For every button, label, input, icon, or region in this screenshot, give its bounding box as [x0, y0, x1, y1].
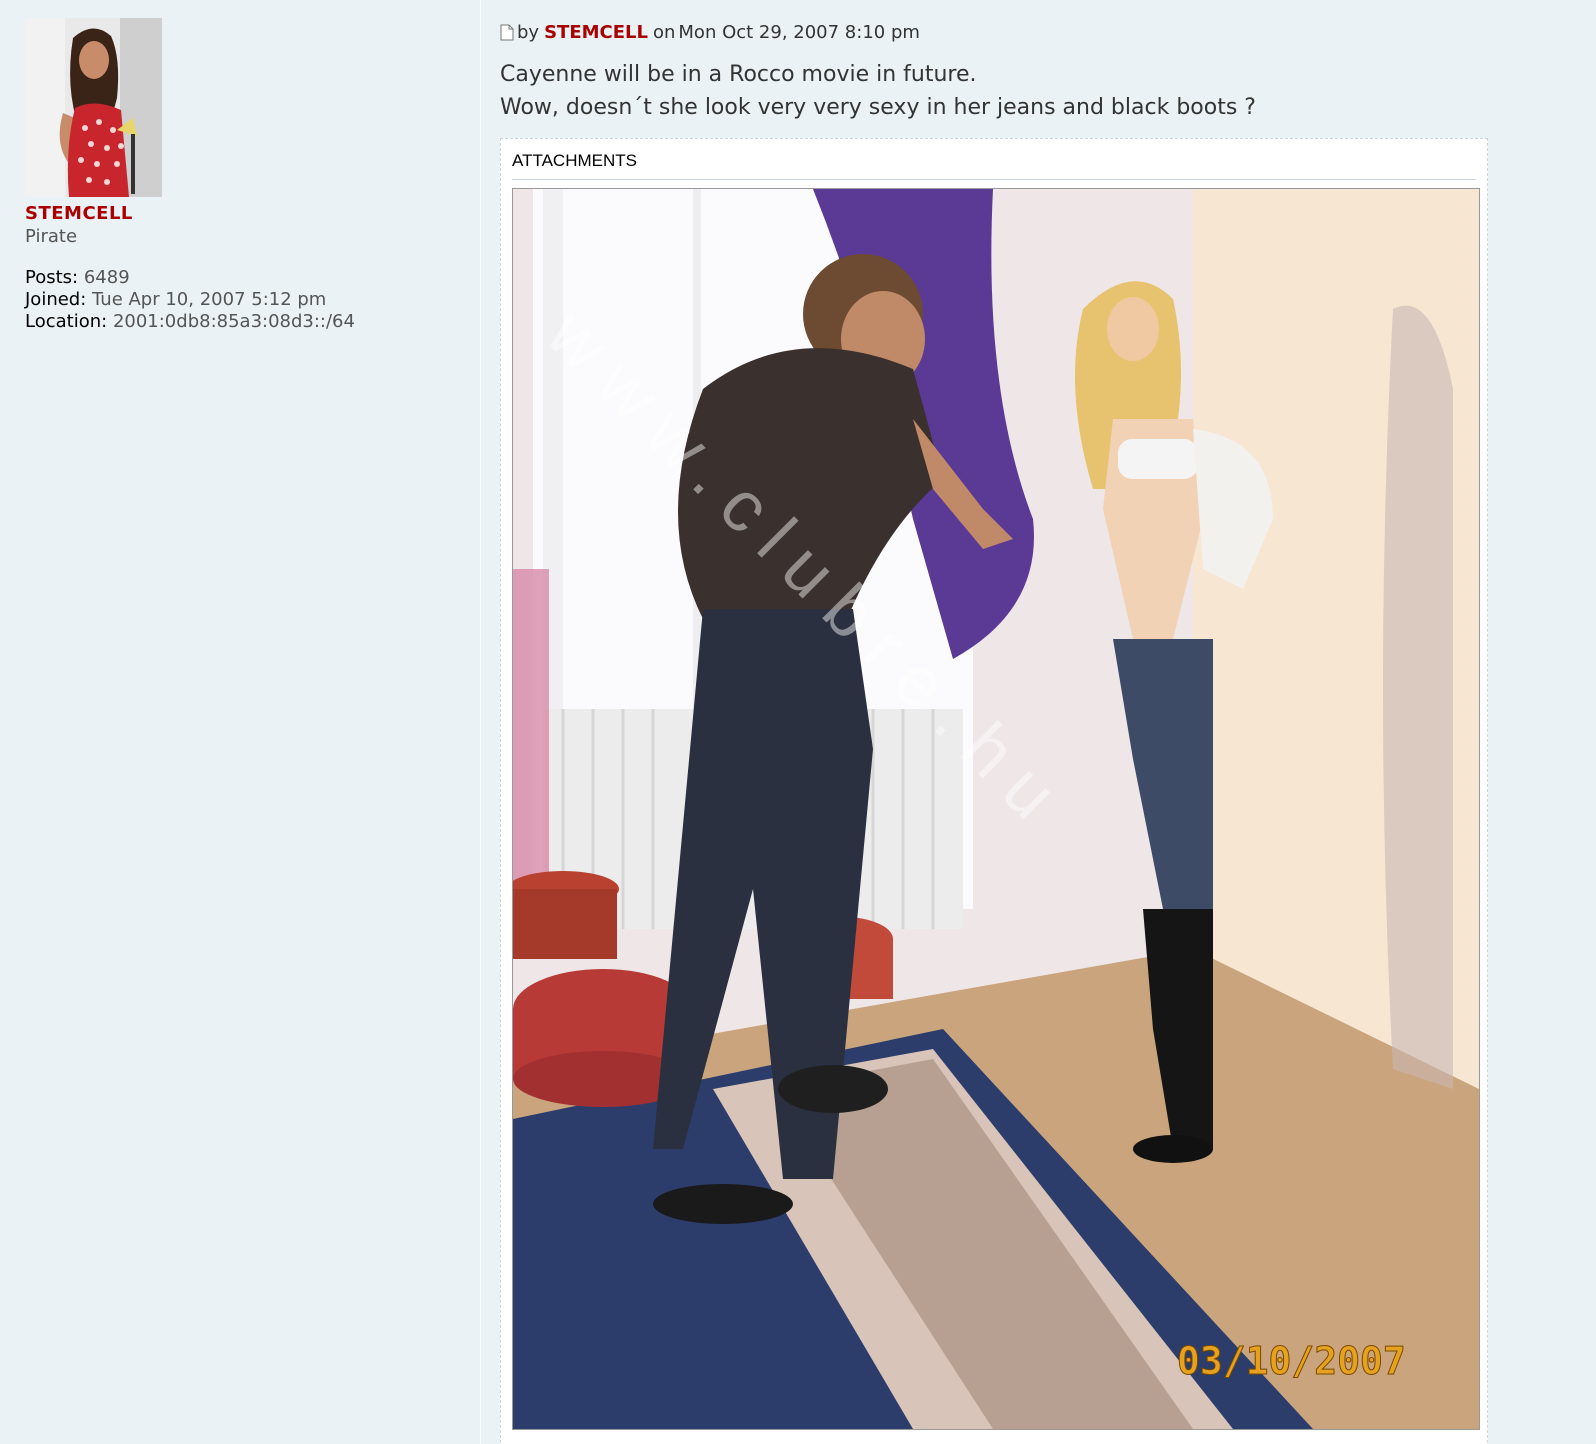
forum-post: STEMCELL Pirate Posts: 6489 Joined: Tue … [0, 0, 1596, 1444]
post-content: Cayenne will be in a Rocco movie in futu… [500, 58, 1490, 124]
on-label: on [652, 21, 676, 43]
profile-posts: Posts: 6489 [25, 267, 465, 289]
photo-date-stamp: 03/10/2007 [1177, 1339, 1406, 1383]
location-value: 2001:0db8:85a3:08d3::/64 [112, 311, 355, 332]
post-content-line: Cayenne will be in a Rocco movie in futu… [500, 62, 977, 87]
profile-rank: Pirate [25, 226, 78, 247]
post-author-line: by STEMCELL on Mon Oct 29, 2007 8:10 pm [500, 18, 1490, 46]
profile-joined: Joined: Tue Apr 10, 2007 5:12 pm [25, 289, 465, 311]
by-label: by [517, 21, 540, 43]
profile-stats: Posts: 6489 Joined: Tue Apr 10, 2007 5:1… [25, 267, 465, 333]
profile-location: Location: 2001:0db8:85a3:08d3::/64 [25, 311, 465, 333]
attachment-image[interactable]: www.clubre.hu 03/10/2007 [512, 188, 1480, 1430]
post-profile: STEMCELL Pirate Posts: 6489 Joined: Tue … [25, 18, 465, 333]
post-icon[interactable] [500, 24, 514, 41]
profile-username[interactable]: STEMCELL [25, 203, 465, 224]
post-content-line: Wow, doesn´t she look very very sexy in … [500, 95, 1256, 120]
column-divider [480, 0, 481, 1444]
joined-date: Tue Apr 10, 2007 5:12 pm [92, 289, 327, 310]
joined-label: Joined: [25, 289, 87, 310]
attachments-box: ATTACHMENTS www.clubre.hu 03/10/2007 [500, 138, 1488, 1444]
posts-label: Posts: [25, 267, 79, 288]
post-body: by STEMCELL on Mon Oct 29, 2007 8:10 pm … [500, 18, 1490, 1444]
posts-count[interactable]: 6489 [84, 267, 130, 288]
post-author-name[interactable]: STEMCELL [544, 22, 648, 43]
post-date: Mon Oct 29, 2007 8:10 pm [678, 21, 920, 43]
user-avatar[interactable] [25, 18, 162, 197]
attachments-title: ATTACHMENTS [512, 151, 1476, 180]
location-label: Location: [25, 311, 108, 332]
